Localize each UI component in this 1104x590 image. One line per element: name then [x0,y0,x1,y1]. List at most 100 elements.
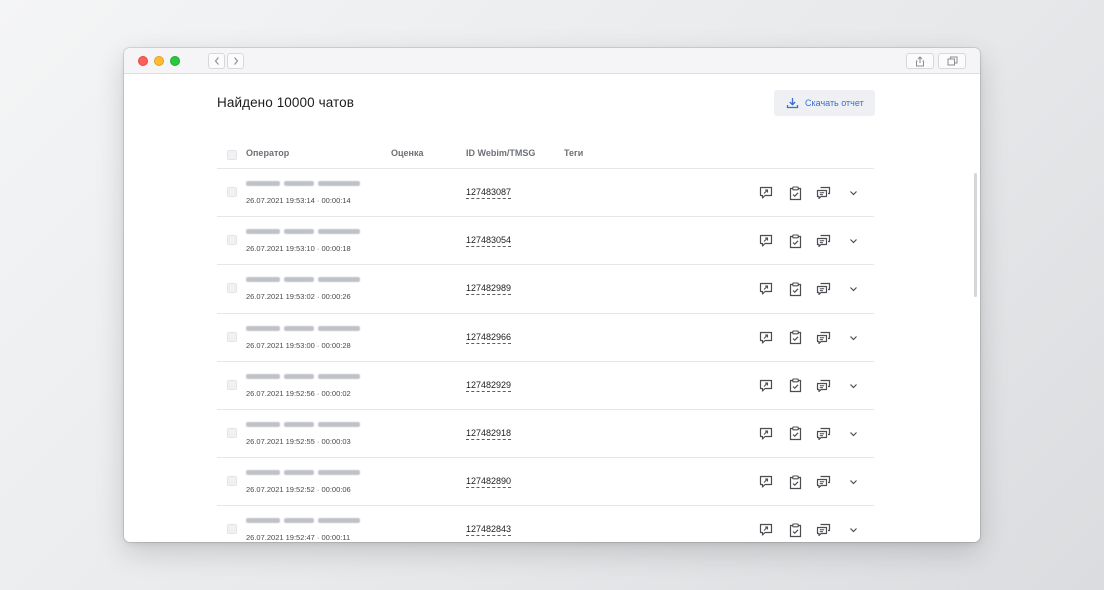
close-window-button[interactable] [138,56,148,66]
row-checkbox[interactable] [227,235,237,246]
open-chat-button[interactable] [815,378,831,394]
page-title: Найдено 10000 чатов [217,95,355,110]
reply-icon [759,476,773,488]
open-chat-button[interactable] [815,233,831,249]
row-checkbox[interactable] [227,379,237,390]
table-row[interactable]: 26.07.2021 19:52:47 · 00:00:11 127482843 [217,506,874,542]
chevron-left-icon [214,57,219,65]
chat-datetime: 26.07.2021 19:53:00 · 00:00:28 [246,340,351,350]
row-checkbox[interactable] [227,524,237,535]
review-button[interactable] [787,474,803,490]
chat-datetime: 26.07.2021 19:52:55 · 00:00:03 [246,436,351,446]
clipboard-check-icon [789,475,801,489]
expand-row-button[interactable] [845,426,861,442]
back-button[interactable] [208,53,225,69]
reply-icon [759,235,773,247]
chat-id-link[interactable]: 127482966 [466,332,512,344]
expand-row-button[interactable] [845,522,861,538]
expand-row-button[interactable] [845,474,861,490]
row-checkbox[interactable] [227,427,237,438]
reply-icon [759,524,773,536]
table-row[interactable]: 26.07.2021 19:52:56 · 00:00:02 127482929 [217,362,874,410]
operator-name-blurred [246,470,360,476]
reply-button[interactable] [758,474,774,490]
review-button[interactable] [787,426,803,442]
chevron-down-icon [849,528,857,533]
download-report-button[interactable]: Скачать отчет [774,90,875,116]
reply-button[interactable] [758,281,774,297]
column-header-operator[interactable]: Оператор [246,148,289,158]
expand-row-button[interactable] [845,330,861,346]
clipboard-check-icon [789,378,801,393]
open-chat-button[interactable] [815,330,831,346]
table-row[interactable]: 26.07.2021 19:53:02 · 00:00:26 127482989 [217,265,874,314]
column-header-tags[interactable]: Теги [564,148,583,158]
reply-button[interactable] [758,426,774,442]
zoom-window-button[interactable] [170,56,180,66]
chat-datetime: 26.07.2021 19:52:47 · 00:00:11 [246,533,351,542]
open-chat-button[interactable] [815,426,831,442]
table-row[interactable]: 26.07.2021 19:53:00 · 00:00:28 127482966 [217,314,874,362]
row-checkbox[interactable] [227,283,237,294]
open-chat-button[interactable] [815,185,831,201]
chat-bubbles-icon [816,331,830,344]
open-chat-button[interactable] [815,522,831,538]
reply-button[interactable] [758,330,774,346]
chat-datetime: 26.07.2021 19:52:56 · 00:00:02 [246,388,351,398]
operator-name-blurred [246,325,360,331]
show-tabs-button[interactable] [938,53,966,69]
chat-id-link[interactable]: 127483054 [466,235,512,248]
select-all-checkbox[interactable] [227,150,237,160]
table-row[interactable]: 26.07.2021 19:53:14 · 00:00:14 127483087 [217,169,874,218]
clipboard-check-icon [789,234,801,248]
expand-row-button[interactable] [845,233,861,249]
share-button[interactable] [906,53,934,69]
table-row[interactable]: 26.07.2021 19:52:55 · 00:00:03 127482918 [217,410,874,459]
chat-bubbles-icon [816,283,830,296]
chat-bubbles-icon [816,379,830,392]
expand-row-button[interactable] [845,185,861,201]
chat-id-link[interactable]: 127482918 [466,428,512,440]
expand-row-button[interactable] [845,378,861,394]
review-button[interactable] [787,281,803,297]
chat-bubbles-icon [816,476,830,489]
table-row[interactable]: 26.07.2021 19:53:10 · 00:00:18 127483054 [217,217,874,266]
open-chat-button[interactable] [815,281,831,297]
review-button[interactable] [787,185,803,201]
chat-datetime: 26.07.2021 19:53:02 · 00:00:26 [246,292,351,302]
expand-row-button[interactable] [845,281,861,297]
minimize-window-button[interactable] [154,56,164,66]
review-button[interactable] [787,233,803,249]
row-checkbox[interactable] [227,331,237,342]
column-header-id[interactable]: ID Webim/TMSG [466,148,535,158]
review-button[interactable] [787,330,803,346]
forward-button[interactable] [227,53,244,69]
row-checkbox[interactable] [227,476,237,487]
clipboard-check-icon [789,330,801,345]
chat-id-link[interactable]: 127482929 [466,380,512,392]
review-button[interactable] [787,378,803,394]
chat-id-link[interactable]: 127482989 [466,283,512,296]
page-content: Найдено 10000 чатов Скачать отчет Операт… [124,75,980,542]
reply-button[interactable] [758,378,774,394]
chat-id-link[interactable]: 127482843 [466,524,512,537]
chat-list: 26.07.2021 19:53:14 · 00:00:14 127483087 [217,169,874,542]
column-header-rating[interactable]: Оценка [391,148,423,158]
reply-icon [759,331,773,344]
title-bar [124,48,980,74]
review-button[interactable] [787,522,803,538]
operator-name-blurred [246,518,360,524]
table-row[interactable]: 26.07.2021 19:52:52 · 00:00:06 127482890 [217,458,874,507]
reply-button[interactable] [758,185,774,201]
reply-button[interactable] [758,233,774,249]
reply-icon [759,186,773,199]
chat-id-link[interactable]: 127482890 [466,476,512,489]
reply-button[interactable] [758,522,774,538]
chat-bubbles-icon [816,235,830,248]
open-chat-button[interactable] [815,474,831,490]
chevron-down-icon [849,239,857,244]
chat-id-link[interactable]: 127483087 [466,187,512,199]
scrollbar[interactable] [974,173,977,297]
share-icon [916,55,924,66]
row-checkbox[interactable] [227,187,237,197]
